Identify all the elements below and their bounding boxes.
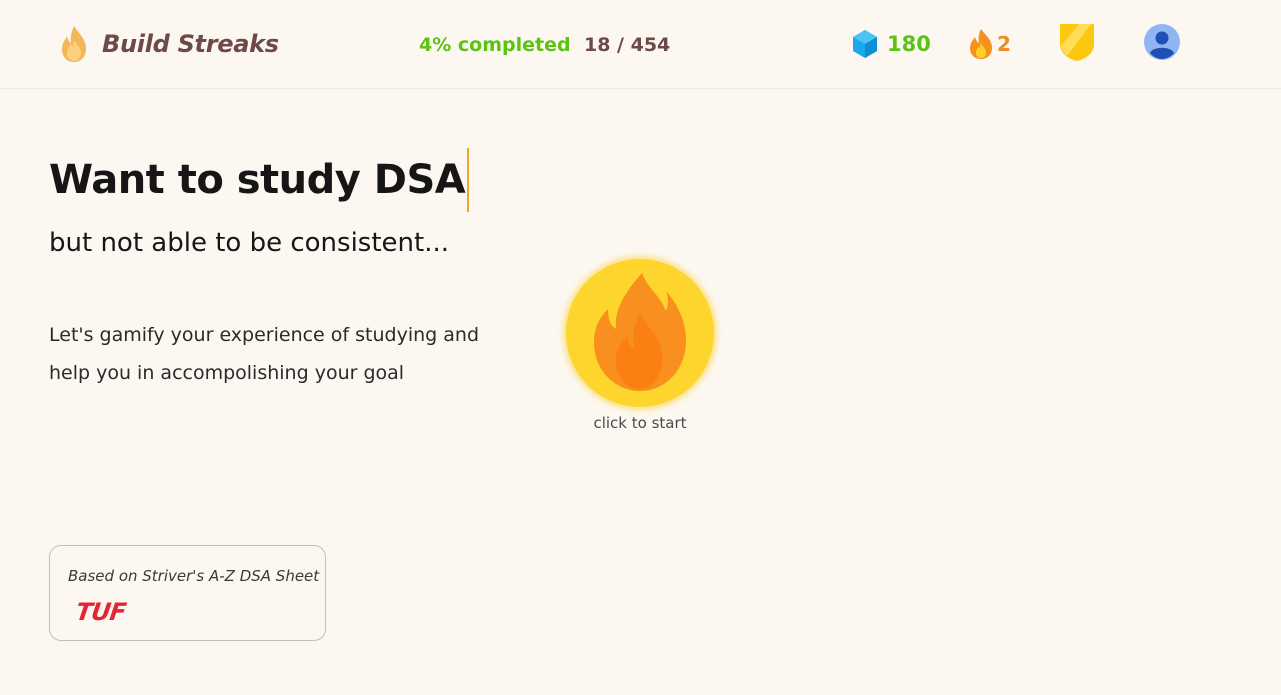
hero-subtitle: but not able to be consistent... — [49, 228, 449, 258]
user-avatar-icon — [1144, 24, 1180, 60]
streak-value: 2 — [997, 32, 1011, 56]
shield-badge-button[interactable] — [1057, 22, 1097, 62]
source-card: Based on Striver's A-Z DSA Sheet TUF — [49, 545, 326, 641]
gems-counter: 180 — [851, 28, 931, 60]
hero-title-text: Want to study DSA — [49, 157, 466, 203]
progress-count: 18 / 454 — [584, 34, 671, 56]
hero-title: Want to study DSA — [49, 148, 470, 212]
streak-flame-icon — [970, 29, 992, 59]
shield-icon — [1060, 24, 1094, 61]
top-navbar: Build Streaks 4% completed 18 / 454 180 … — [0, 0, 1281, 89]
brand[interactable]: Build Streaks — [56, 24, 279, 64]
streak-counter: 2 — [967, 28, 1011, 60]
profile-button[interactable] — [1144, 24, 1180, 60]
start-hint: click to start — [593, 414, 687, 432]
fire-icon — [594, 273, 686, 391]
source-text: Based on Striver's A-Z DSA Sheet — [68, 567, 320, 585]
start-button[interactable] — [566, 259, 714, 407]
flame-icon — [62, 26, 86, 62]
hero-description: Let's gamify your experience of studying… — [49, 324, 480, 384]
progress-percentage: 4% completed — [419, 34, 571, 56]
gems-value: 180 — [887, 32, 931, 56]
gem-icon — [853, 30, 877, 58]
typing-caret — [467, 148, 470, 212]
tuf-logo[interactable]: TUF — [74, 598, 127, 626]
brand-title: Build Streaks — [102, 30, 279, 58]
